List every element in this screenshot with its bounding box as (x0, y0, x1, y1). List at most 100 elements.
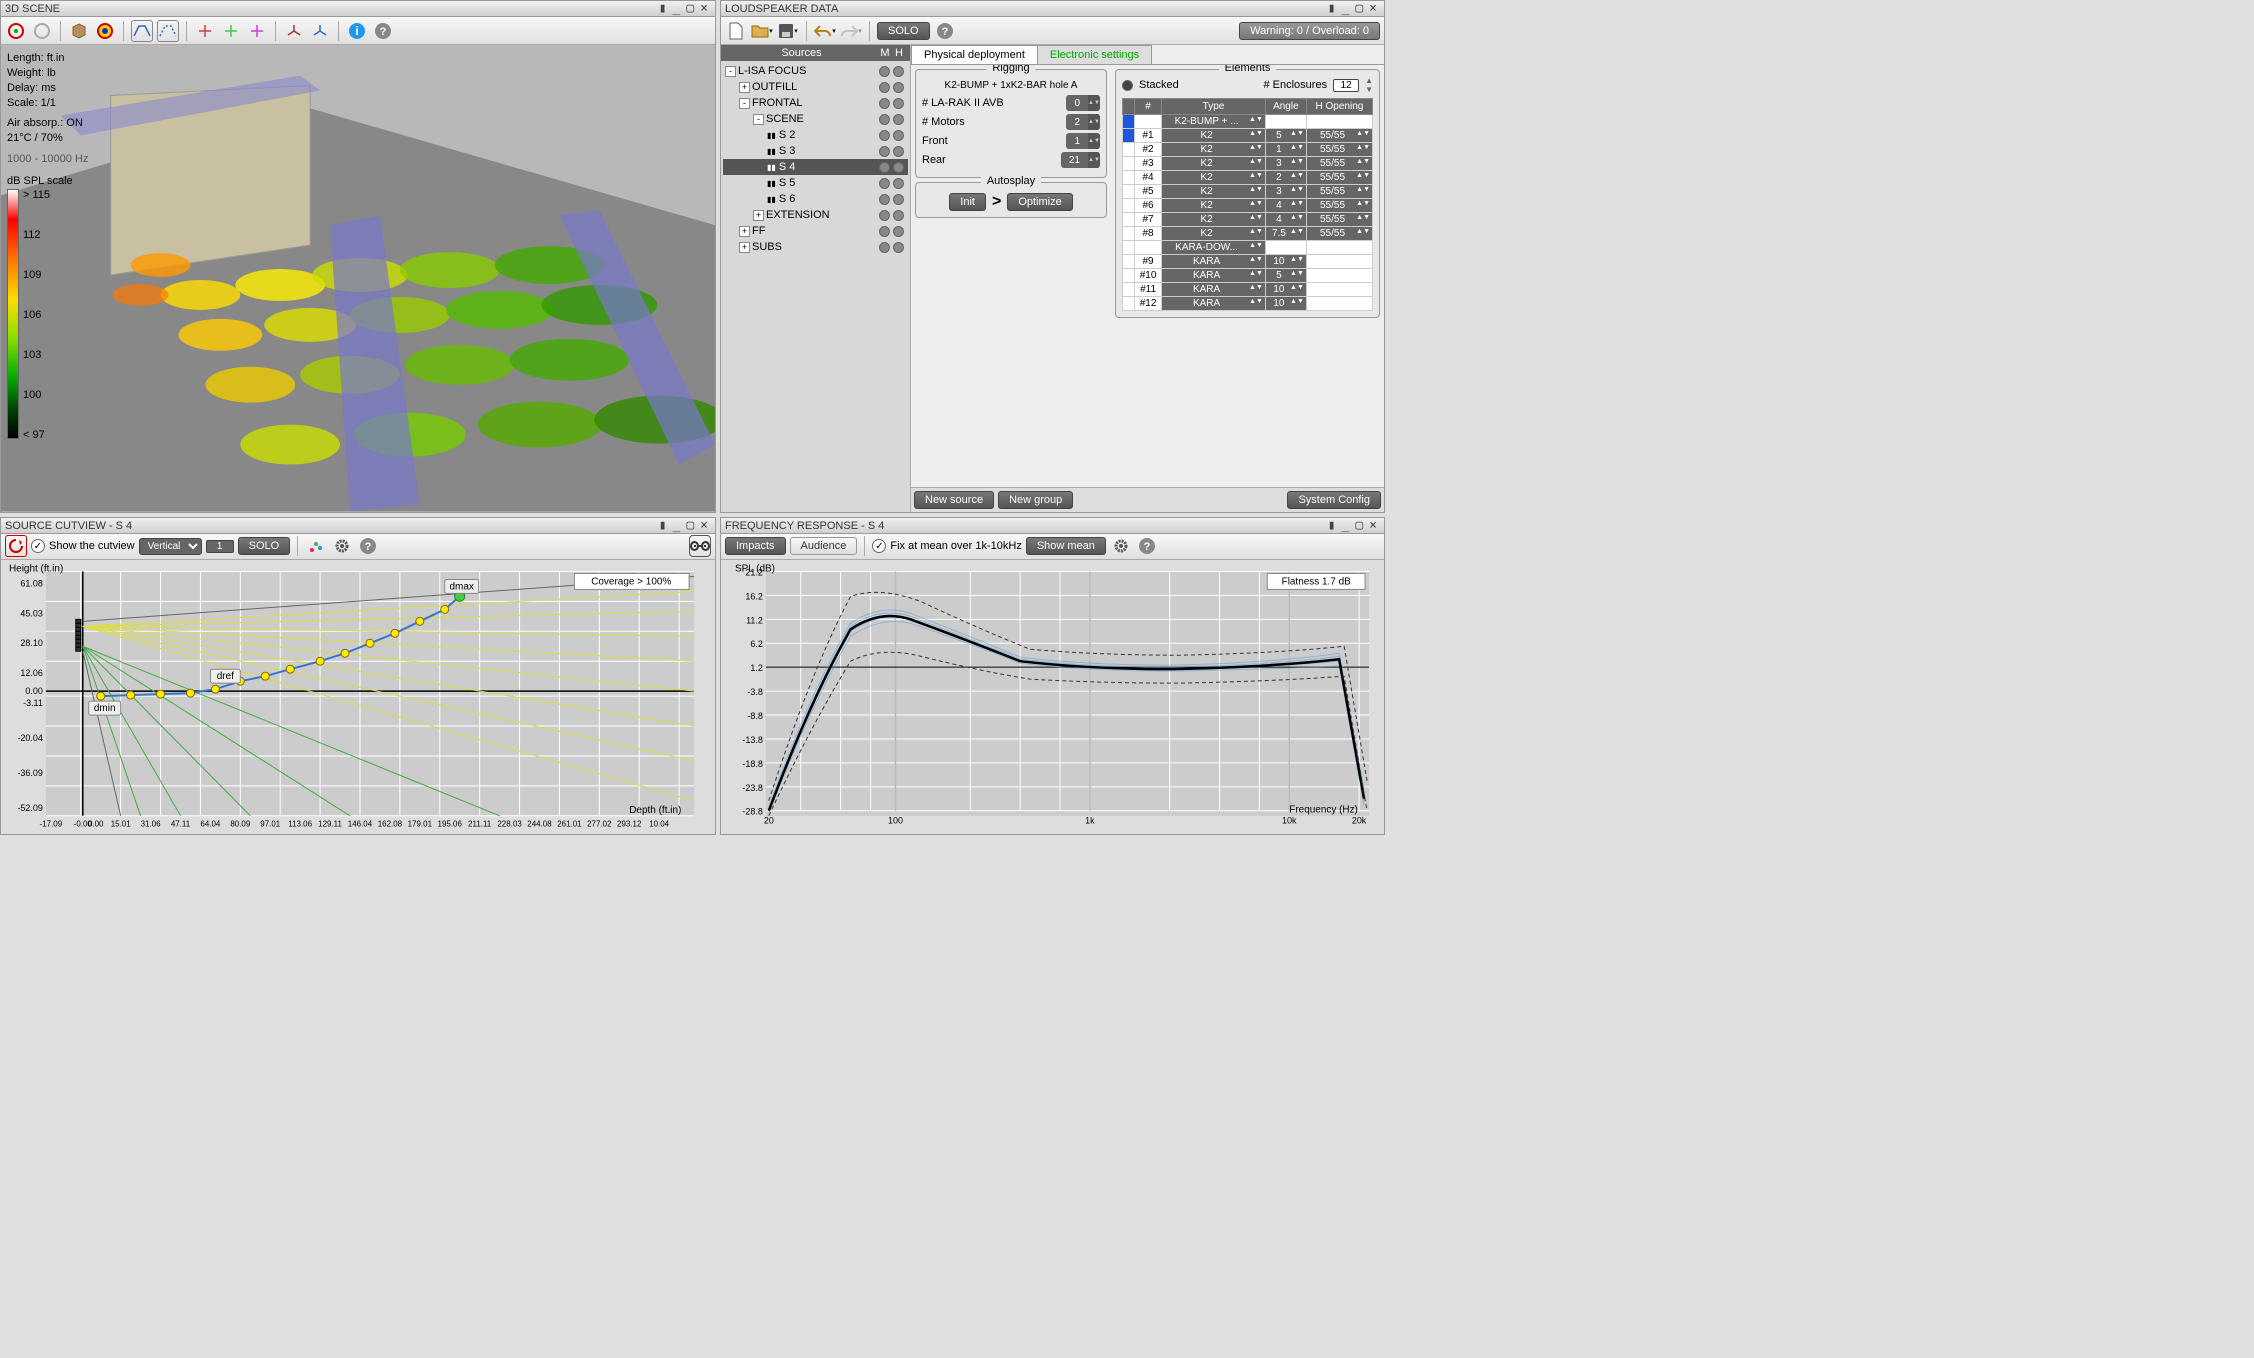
table-row[interactable]: KARA-DOW... ▲▼ (1123, 241, 1373, 255)
h-dot[interactable] (893, 162, 904, 173)
open-folder-icon[interactable]: ▾ (751, 20, 773, 42)
warning-overload-badge[interactable]: Warning: 0 / Overload: 0 (1239, 22, 1380, 40)
table-row[interactable]: #7 K2 ▲▼ 4 ▲▼ 55/55 ▲▼ (1123, 213, 1373, 227)
scene-3d-viewport[interactable]: Length: ft.in Weight: lb Delay: ms Scale… (1, 45, 715, 512)
tree-item-s-2[interactable]: ▮▮S 2 (723, 127, 908, 143)
help-icon[interactable]: ? (934, 20, 956, 42)
dock-icon[interactable]: ▮ (656, 518, 670, 533)
tab-physical[interactable]: Physical deployment (911, 45, 1038, 64)
tree-label[interactable]: S 2 (779, 129, 879, 141)
optimize-button[interactable]: Optimize (1007, 193, 1072, 211)
m-dot[interactable] (879, 162, 890, 173)
close-icon[interactable]: × (1366, 518, 1380, 533)
sources-tree[interactable]: -L-ISA FOCUS+OUTFILL-FRONTAL-SCENE▮▮S 2▮… (721, 61, 910, 257)
axis-x-icon[interactable] (194, 20, 216, 42)
surface-a-icon[interactable] (131, 20, 153, 42)
enclosures-input[interactable] (1333, 79, 1359, 92)
m-dot[interactable] (879, 242, 890, 253)
tree-label[interactable]: FRONTAL (752, 97, 879, 109)
h-dot[interactable] (893, 82, 904, 93)
table-row[interactable]: #9 KARA ▲▼ 10 ▲▼ (1123, 255, 1373, 269)
tree-label[interactable]: SUBS (752, 241, 879, 253)
gear-icon[interactable] (1110, 535, 1132, 557)
init-button[interactable]: Init (949, 193, 986, 211)
tree-item-s-6[interactable]: ▮▮S 6 (723, 191, 908, 207)
front-spinner[interactable]: 1▲▼ (1066, 133, 1100, 149)
surface-b-icon[interactable] (157, 20, 179, 42)
h-dot[interactable] (893, 194, 904, 205)
impacts-button[interactable]: Impacts (725, 537, 786, 555)
table-row[interactable]: #1 K2 ▲▼ 5 ▲▼ 55/55 ▲▼ (1123, 129, 1373, 143)
show-cutview-check[interactable] (31, 539, 45, 553)
minimize-icon[interactable]: _ (1339, 518, 1353, 533)
maximize-icon[interactable]: ▢ (683, 518, 697, 533)
rear-spinner[interactable]: 21▲▼ (1061, 152, 1100, 168)
cutview-chart[interactable]: dmin dref dmax Coverage > 100% Height (f… (1, 560, 715, 834)
table-row[interactable]: K2-BUMP + ... ▲▼ (1123, 115, 1373, 129)
h-dot[interactable] (893, 66, 904, 77)
tree-label[interactable]: L-ISA FOCUS (738, 65, 879, 77)
tree-expand-icon[interactable]: - (753, 114, 764, 125)
freq-chart[interactable]: Flatness 1.7 dB SPL (dB) Frequency (Hz) … (721, 560, 1384, 834)
larak-spinner[interactable]: 0▲▼ (1066, 95, 1100, 111)
close-icon[interactable]: × (697, 518, 711, 533)
minimize-icon[interactable]: _ (670, 1, 684, 16)
h-dot[interactable] (893, 226, 904, 237)
motors-spinner[interactable]: 2▲▼ (1066, 114, 1100, 130)
tree-item-s-4[interactable]: ▮▮S 4 (723, 159, 908, 175)
maximize-icon[interactable]: ▢ (683, 1, 697, 16)
tree-expand-icon[interactable]: + (753, 210, 764, 221)
close-icon[interactable]: × (697, 1, 711, 16)
target-red-icon[interactable] (5, 20, 27, 42)
tree-item-s-3[interactable]: ▮▮S 3 (723, 143, 908, 159)
tree-item-frontal[interactable]: -FRONTAL (723, 95, 908, 111)
undo-icon[interactable]: ▾ (814, 20, 836, 42)
m-dot[interactable] (879, 178, 890, 189)
help-icon[interactable]: ? (1136, 535, 1158, 557)
dock-icon[interactable]: ▮ (1325, 518, 1339, 533)
tree-item-subs[interactable]: +SUBS (723, 239, 908, 255)
tree-label[interactable]: EXTENSION (766, 209, 879, 221)
tree-label[interactable]: S 4 (779, 161, 879, 173)
h-dot[interactable] (893, 210, 904, 221)
table-row[interactable]: #6 K2 ▲▼ 4 ▲▼ 55/55 ▲▼ (1123, 199, 1373, 213)
tree-expand-icon[interactable]: - (725, 66, 736, 77)
tree-item-ff[interactable]: +FF (723, 223, 908, 239)
table-row[interactable]: #3 K2 ▲▼ 3 ▲▼ 55/55 ▲▼ (1123, 157, 1373, 171)
maximize-icon[interactable]: ▢ (1352, 1, 1366, 16)
orientation-select[interactable]: Vertical (139, 538, 202, 555)
solo-button[interactable]: SOLO (238, 537, 291, 555)
table-row[interactable]: #8 K2 ▲▼ 7.5 ▲▼ 55/55 ▲▼ (1123, 227, 1373, 241)
tree-expand-icon[interactable]: + (739, 242, 750, 253)
m-dot[interactable] (879, 66, 890, 77)
link-icon[interactable] (689, 535, 711, 557)
tree-expand-icon[interactable]: + (739, 226, 750, 237)
h-dot[interactable] (893, 242, 904, 253)
maximize-icon[interactable]: ▢ (1352, 518, 1366, 533)
table-row[interactable]: #11 KARA ▲▼ 10 ▲▼ (1123, 283, 1373, 297)
m-dot[interactable] (879, 130, 890, 141)
target-gray-icon[interactable] (31, 20, 53, 42)
help-icon[interactable]: ? (372, 20, 394, 42)
table-row[interactable]: #2 K2 ▲▼ 1 ▲▼ 55/55 ▲▼ (1123, 143, 1373, 157)
tree-item-l-isa-focus[interactable]: -L-ISA FOCUS (723, 63, 908, 79)
axis-3d-a-icon[interactable] (283, 20, 305, 42)
audience-button[interactable]: Audience (790, 537, 858, 555)
tree-expand-icon[interactable]: - (739, 98, 750, 109)
gear-icon[interactable] (331, 535, 353, 557)
h-dot[interactable] (893, 146, 904, 157)
system-config-button[interactable]: System Config (1287, 491, 1381, 509)
new-source-button[interactable]: New source (914, 491, 994, 509)
cutview-count-input[interactable] (206, 540, 234, 553)
tree-item-extension[interactable]: +EXTENSION (723, 207, 908, 223)
tree-label[interactable]: S 6 (779, 193, 879, 205)
tree-label[interactable]: FF (752, 225, 879, 237)
axis-y-icon[interactable] (220, 20, 242, 42)
m-dot[interactable] (879, 98, 890, 109)
cube-icon[interactable] (68, 20, 90, 42)
table-row[interactable]: #10 KARA ▲▼ 5 ▲▼ (1123, 269, 1373, 283)
tree-label[interactable]: OUTFILL (752, 81, 879, 93)
solo-button[interactable]: SOLO (877, 22, 930, 40)
h-dot[interactable] (893, 114, 904, 125)
tree-label[interactable]: SCENE (766, 113, 879, 125)
